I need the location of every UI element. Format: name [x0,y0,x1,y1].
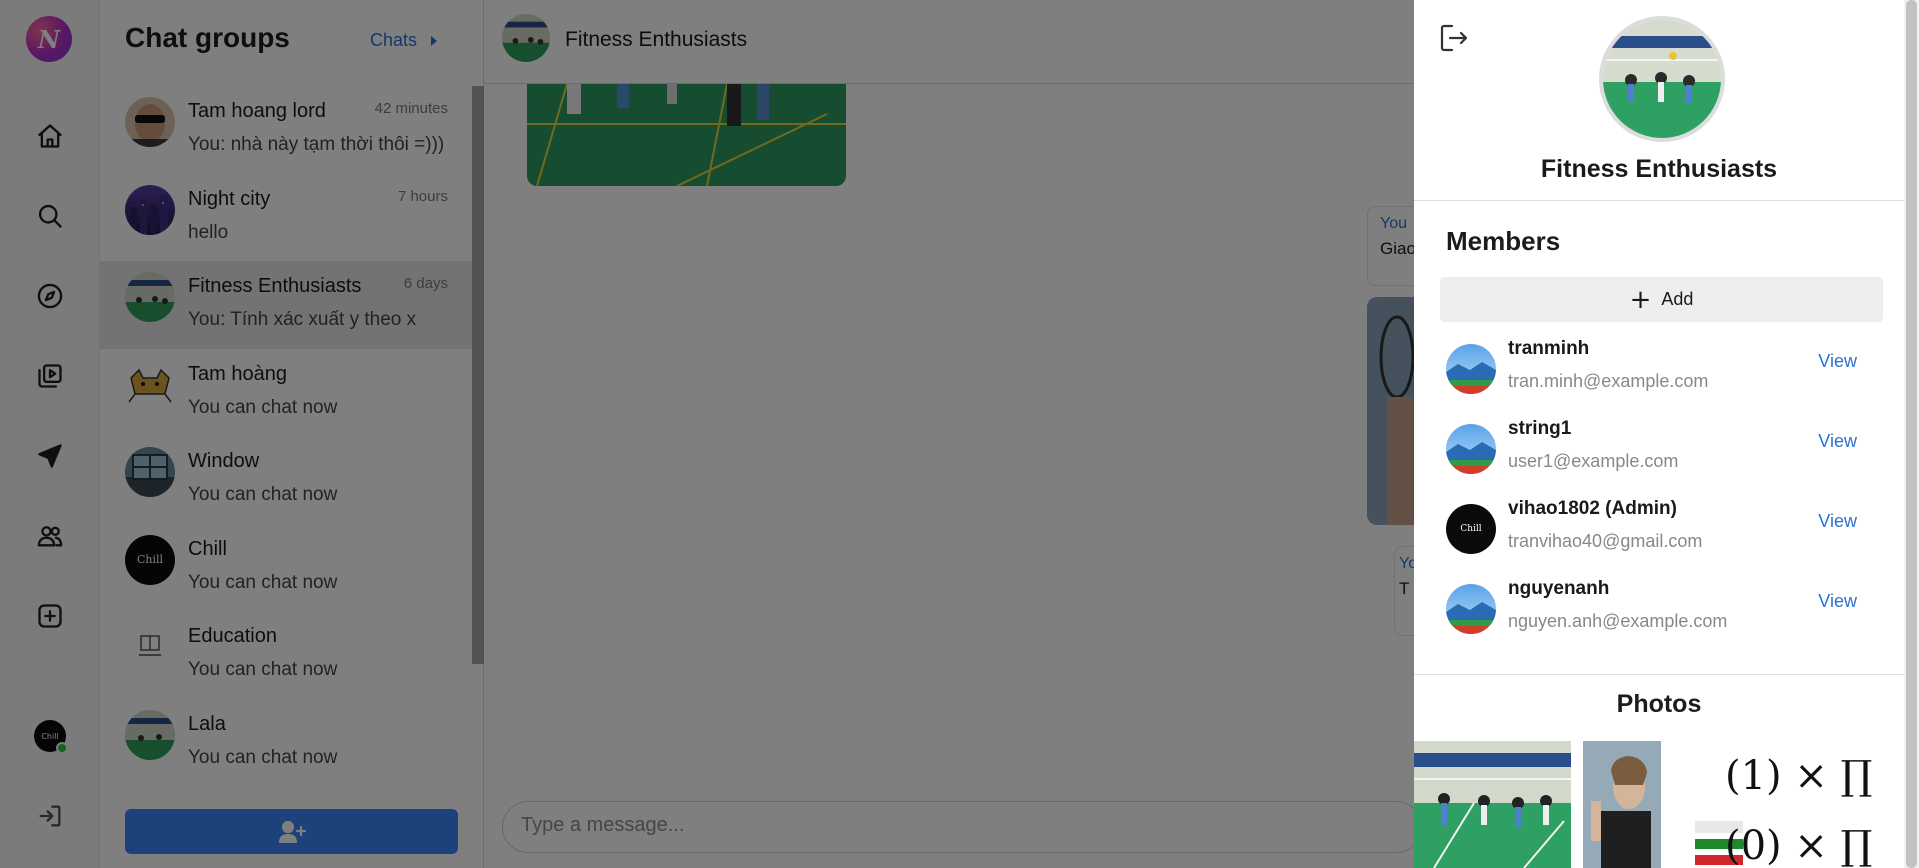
divider [1414,200,1904,201]
photo-thumbnail[interactable]: (1) × ∏ (0) × ∏ [1673,741,1904,868]
photos-heading: Photos [1616,690,1702,718]
admin-avatar-text: Chill [1460,524,1482,534]
member-name: nguyenanh [1508,578,1610,599]
photo-thumbnail[interactable] [1414,741,1571,868]
divider [1414,674,1904,675]
exit-icon [1440,24,1468,52]
modal-backdrop[interactable] [0,0,1414,868]
member-email: tranvihao40@gmail.com [1508,531,1703,551]
group-info-drawer: Fitness Enthusiasts Members + Add tranmi… [1414,0,1919,868]
group-name: Fitness Enthusiasts [1540,155,1778,183]
leave-group-button[interactable] [1436,20,1472,56]
members-heading: Members [1446,226,1561,256]
add-member-button[interactable]: + Add [1440,277,1883,322]
member-email: user1@example.com [1508,451,1679,471]
math-formula-line: (0) × ∏ [1725,823,1873,868]
member-row: nguyenanh nguyen.anh@example.com View [1440,578,1883,658]
view-member-link[interactable]: View [1818,591,1857,612]
member-avatar [1446,584,1496,634]
view-member-link[interactable]: View [1818,351,1857,372]
member-avatar [1446,424,1496,474]
plus-icon: + [1629,284,1652,315]
view-member-link[interactable]: View [1818,431,1857,452]
add-member-label: Add [1661,289,1694,309]
member-row: Chill vihao1802 (Admin) tranvihao40@gmai… [1440,498,1883,578]
member-avatar [1446,344,1496,394]
member-row: tranminh tran.minh@example.com View [1440,338,1883,418]
member-name: vihao1802 (Admin) [1508,498,1677,519]
math-formula-line: (1) × ∏ [1725,753,1873,799]
member-avatar: Chill [1446,504,1496,554]
member-email: tran.minh@example.com [1508,371,1709,391]
photo-thumbnail[interactable] [1583,741,1661,868]
group-avatar[interactable] [1599,16,1725,142]
photos-grid: (1) × ∏ (0) × ∏ [1414,741,1904,868]
scrollbar-thumb[interactable] [1906,0,1917,868]
view-member-link[interactable]: View [1818,511,1857,532]
member-email: nguyen.anh@example.com [1508,611,1728,631]
member-row: string1 user1@example.com View [1440,418,1883,498]
member-name: tranminh [1508,338,1590,359]
drawer-scrollbar[interactable] [1904,0,1919,868]
member-name: string1 [1508,418,1572,439]
